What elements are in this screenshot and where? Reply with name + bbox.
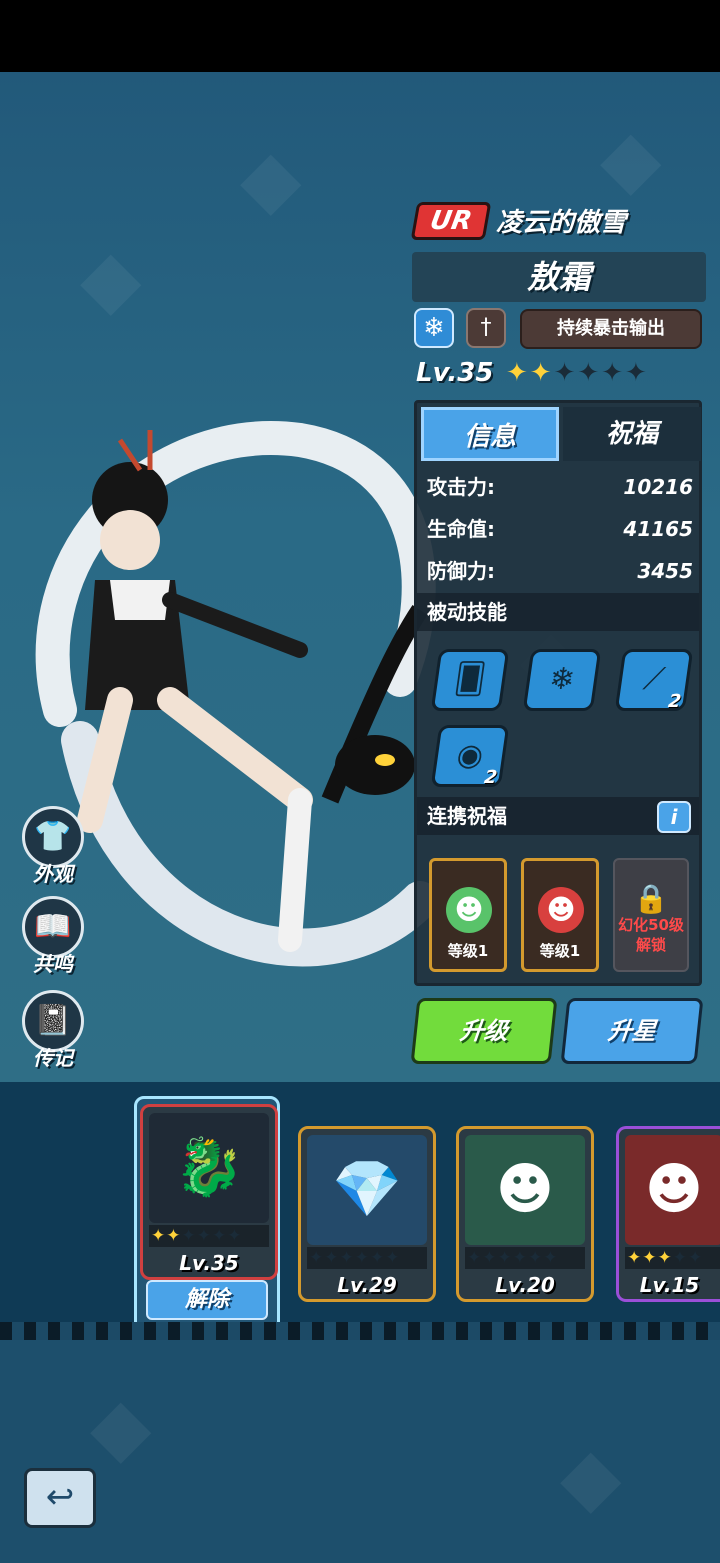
biography-label: 传记: [33, 1046, 73, 1070]
combo-card-level: 等级1: [539, 942, 581, 960]
roster-stars: ✦✦✦✦✦: [625, 1247, 720, 1269]
star-icon: ✦: [506, 358, 530, 388]
stat-label: 攻击力:: [427, 475, 495, 499]
hero-level: Lv.35: [416, 358, 494, 388]
hero-name: 敖霜: [412, 252, 706, 302]
appearance-button[interactable]: 👕 外观: [18, 806, 88, 887]
passive-skills-heading-text: 被动技能: [427, 600, 507, 624]
roster-card-3[interactable]: ☻ ✦✦✦✦✦✦ Lv.20: [456, 1126, 594, 1302]
biography-button[interactable]: 📓 传记: [18, 990, 88, 1071]
stat-defense: 防御力: 3455: [427, 553, 693, 589]
star-up-button[interactable]: 升星: [560, 998, 704, 1064]
star-icon: ✦: [529, 358, 554, 388]
green-spirit-icon: ☻: [465, 1135, 585, 1245]
star-empty-icon: ✦: [601, 358, 625, 388]
sword-class-icon[interactable]: †: [466, 308, 506, 348]
combo-blessing-heading: 连携祝福 i: [417, 797, 699, 835]
resonance-label: 共鸣: [33, 952, 73, 976]
unlock-requirement: 幻化50级: [618, 916, 684, 934]
stat-hp: 生命值: 41165: [427, 511, 693, 547]
back-arrow-icon: ↩: [45, 1477, 75, 1517]
passive-skills-heading: 被动技能: [417, 593, 699, 631]
roster-stars: ✦✦✦✦✦✦: [307, 1247, 427, 1269]
roster-stars: ✦✦✦✦✦✦: [465, 1247, 585, 1269]
skill-count: 2: [482, 767, 499, 788]
stat-value: 41165: [623, 517, 693, 541]
combo-blessing-heading-text: 连携祝福: [427, 804, 507, 828]
status-bar: [0, 0, 720, 72]
roster-level: Lv.29: [337, 1273, 397, 1297]
upgrade-button[interactable]: 升级: [410, 998, 558, 1064]
ice-element-icon[interactable]: ❄: [414, 308, 454, 348]
hero-star-rating: ✦✦✦✦✦✦: [506, 358, 649, 388]
lock-icon: 🔒: [633, 882, 669, 915]
stat-value: 10216: [623, 475, 693, 499]
back-button[interactable]: ↩: [24, 1468, 96, 1528]
combo-card-level: 等级1: [447, 942, 489, 960]
combo-card-green[interactable]: ☻ 等级1: [429, 858, 507, 972]
star-empty-icon: ✦: [577, 358, 602, 388]
skill-count: 2: [666, 691, 683, 712]
claw-skill-icon[interactable]: ⟋ 2: [614, 649, 694, 712]
tab-blessing[interactable]: 祝福: [563, 407, 701, 461]
crystal-beast-icon: 💎: [307, 1135, 427, 1245]
rarity-badge: UR: [410, 202, 492, 240]
roster-level: Lv.20: [495, 1273, 555, 1297]
stat-value: 3455: [637, 559, 693, 583]
star-empty-icon: ✦: [553, 358, 578, 388]
antler-dragon-icon: 🐉: [149, 1113, 269, 1223]
stat-attack: 攻击力: 10216: [427, 469, 693, 505]
roster-card-1[interactable]: 🐉 ✦✦✦✦✦✦ Lv.35: [140, 1104, 278, 1280]
roster-level: Lv.15: [639, 1273, 700, 1297]
roster-stars: ✦✦✦✦✦✦: [149, 1225, 269, 1247]
hero-info-panel: 信息 祝福 攻击力: 10216 生命值: 41165 防御力: 3455 被动…: [414, 400, 702, 986]
unequip-button[interactable]: 解除: [146, 1280, 268, 1320]
star-empty-icon: ✦: [624, 358, 649, 388]
red-horn-beast-icon: ☻: [625, 1135, 720, 1245]
tab-info[interactable]: 信息: [421, 407, 559, 461]
info-icon[interactable]: i: [657, 801, 691, 833]
unlock-text: 解锁: [635, 936, 666, 954]
green-spirit-icon: ☻: [446, 887, 492, 933]
resonance-button[interactable]: 📖 共鸣: [18, 896, 88, 977]
combo-card-red[interactable]: ☻ 等级1: [521, 858, 599, 972]
ice-card-skill-icon[interactable]: 🂠: [430, 649, 510, 711]
roster-card-4[interactable]: ☻ ✦✦✦✦✦ Lv.15: [616, 1126, 720, 1302]
snowflake-skill-icon[interactable]: ❄: [522, 649, 602, 711]
dragon-skill-icon[interactable]: ◉ 2: [430, 725, 510, 788]
hero-title: 凌云的傲雪: [496, 208, 627, 238]
roster-level: Lv.35: [179, 1251, 239, 1275]
appearance-label: 外观: [33, 862, 73, 886]
roster-card-2[interactable]: 💎 ✦✦✦✦✦✦ Lv.29: [298, 1126, 436, 1302]
combo-card-locked[interactable]: 🔒 幻化50级 解锁: [613, 858, 689, 972]
stat-label: 防御力:: [427, 559, 495, 583]
stat-label: 生命值:: [427, 517, 495, 541]
bottom-background: ◆ ◆: [0, 1340, 720, 1563]
red-beast-icon: ☻: [538, 887, 584, 933]
role-tag: 持续暴击输出: [520, 309, 702, 349]
